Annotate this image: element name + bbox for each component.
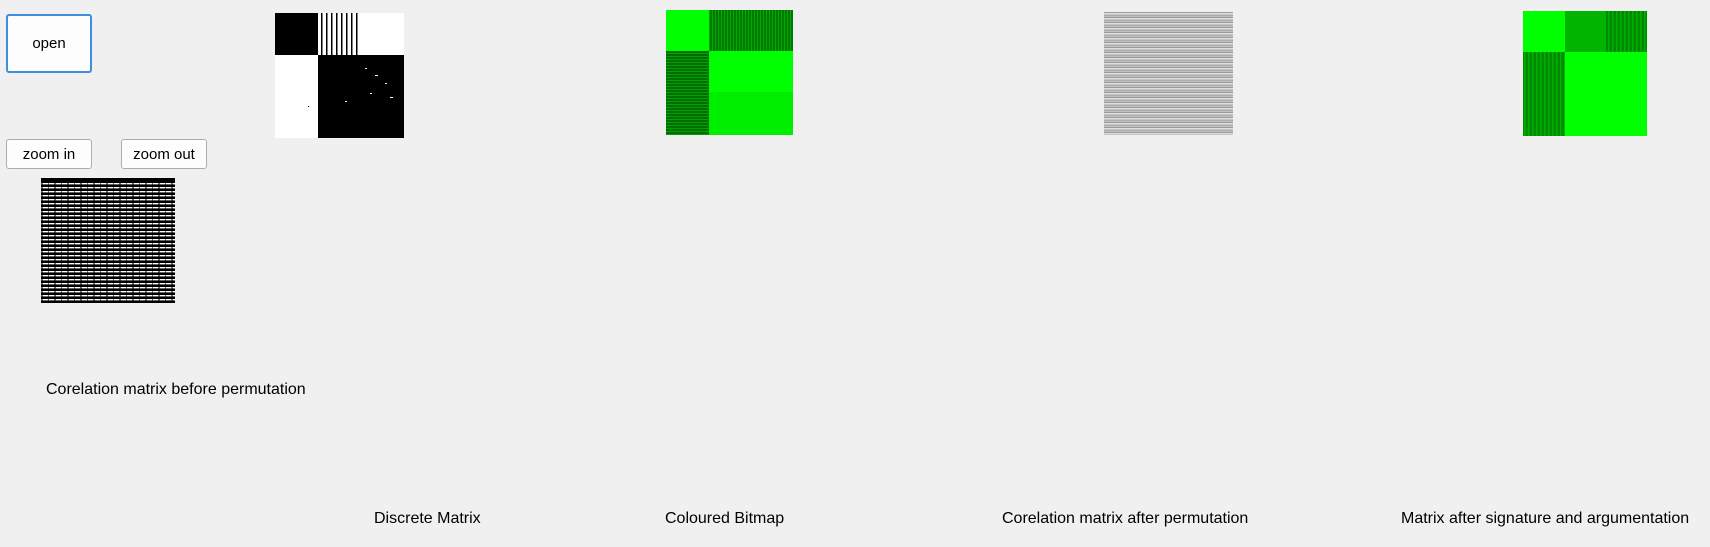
zoom-out-button[interactable]: zoom out [121, 139, 207, 169]
coloured-bitmap [666, 10, 793, 135]
label-correlation-before: Corelation matrix before permutation [46, 381, 306, 398]
open-button[interactable]: open [6, 14, 92, 73]
signature-matrix-bitmap [1523, 11, 1647, 136]
zoom-in-button[interactable]: zoom in [6, 139, 92, 169]
correlation-before-bitmap [41, 178, 175, 303]
label-coloured-bitmap: Coloured Bitmap [665, 510, 785, 527]
correlation-after-bitmap [1104, 12, 1233, 135]
label-signature-matrix: Matrix after signature and argumentation [1401, 510, 1690, 527]
discrete-matrix-bitmap [275, 13, 404, 138]
label-discrete-matrix: Discrete Matrix [374, 510, 481, 527]
label-correlation-after: Corelation matrix after permutation [1002, 510, 1249, 527]
